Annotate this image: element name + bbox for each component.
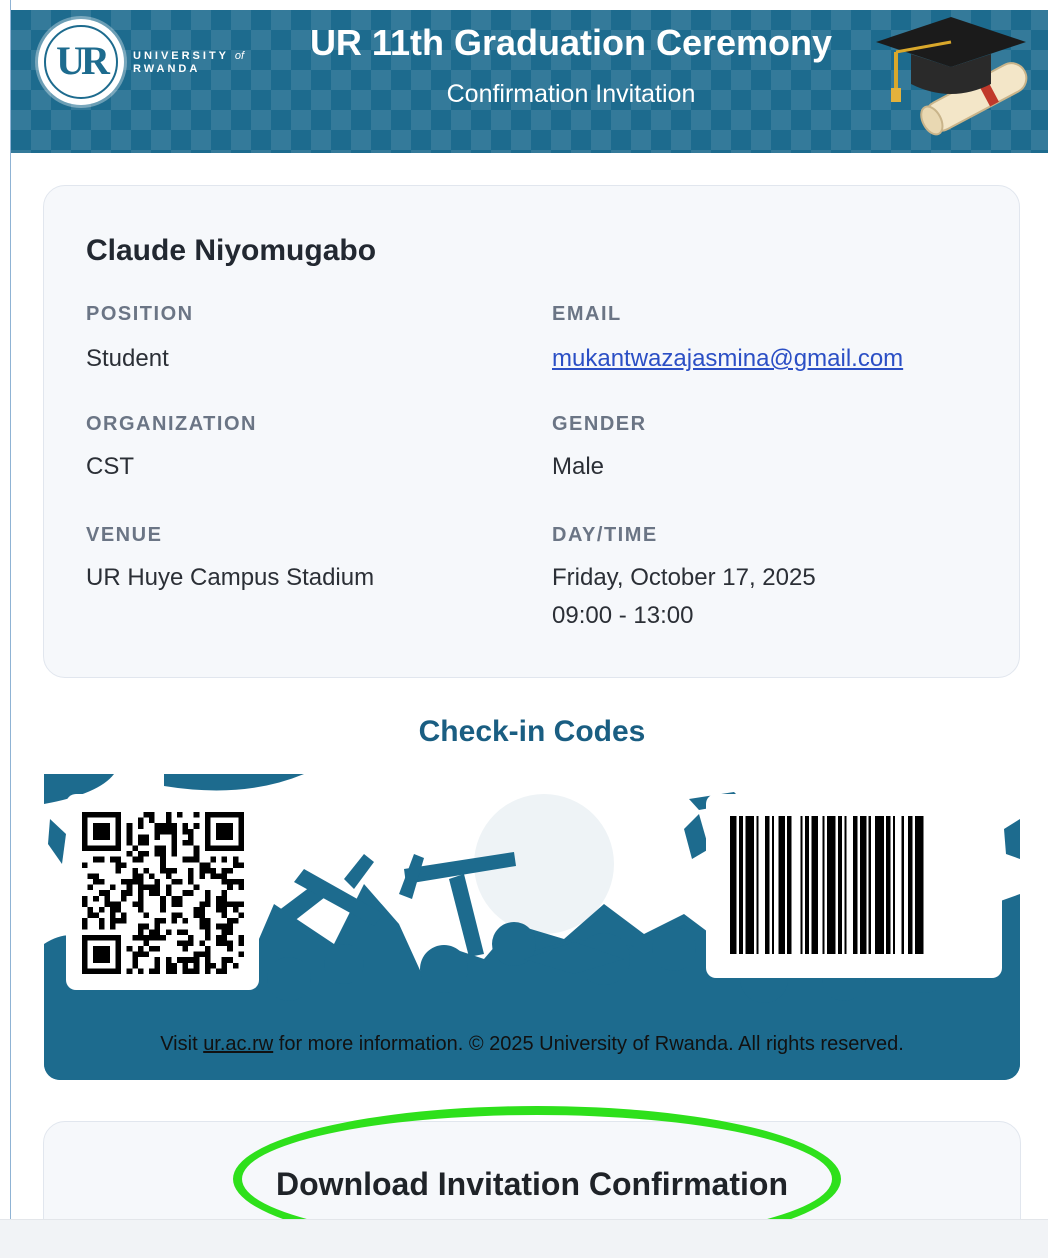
event-date: Friday, October 17, 2025 xyxy=(552,564,816,591)
barcode-card xyxy=(706,794,1002,978)
page-subtitle: Confirmation Invitation xyxy=(446,80,696,108)
event-time: 09:00 - 13:00 xyxy=(552,602,694,629)
page-left-border xyxy=(10,0,11,1220)
bottom-bar xyxy=(0,1219,1048,1258)
venue-label: VENUE xyxy=(86,524,163,546)
organization-value: CST xyxy=(86,453,134,480)
footer-prefix: Visit xyxy=(160,1033,204,1055)
venue-value: UR Huye Campus Stadium xyxy=(86,564,375,591)
qr-code-card xyxy=(66,794,259,990)
graduation-cap-and-diploma-icon xyxy=(876,17,1028,136)
footer-note: Visit ur.ac.rw for more information. © 2… xyxy=(44,1033,1020,1056)
attendee-info-card: Claude Niyomugabo POSITION Student EMAIL… xyxy=(43,185,1020,678)
checkin-codes-panel: Visit ur.ac.rw for more information. © 2… xyxy=(44,774,1020,1080)
gender-label: GENDER xyxy=(552,413,647,435)
email-link[interactable]: mukantwazajasmina@gmail.com xyxy=(552,345,903,372)
gender-value: Male xyxy=(552,453,605,480)
logo-of: of xyxy=(234,50,245,62)
position-label: POSITION xyxy=(86,303,194,325)
organization-label: ORGANIZATION xyxy=(86,413,257,435)
footer-suffix: for more information. © 2025 University … xyxy=(273,1033,904,1055)
barcode-icon xyxy=(726,816,982,954)
logo-mark: UR xyxy=(56,38,110,83)
daytime-label: DAY/TIME xyxy=(552,524,658,546)
logo-line-rwanda: RWANDA xyxy=(133,63,201,75)
position-value: Student xyxy=(86,345,169,372)
email-label: EMAIL xyxy=(552,303,622,325)
invitation-header: UR UNIVERSITY of RWANDA UR 11th Graduati… xyxy=(11,10,1048,153)
ur-website-link[interactable]: ur.ac.rw xyxy=(203,1033,273,1055)
download-invitation-button[interactable]: Download Invitation Confirmation xyxy=(44,1166,1020,1203)
ur-logo: UR xyxy=(38,19,124,105)
checkin-codes-title: Check-in Codes xyxy=(418,715,646,748)
logo-wordmark: UNIVERSITY of RWANDA xyxy=(133,50,244,76)
qr-code-icon xyxy=(82,812,244,974)
logo-line-university: UNIVERSITY xyxy=(133,50,229,62)
attendee-name: Claude Niyomugabo xyxy=(86,234,377,267)
daytime-value: Friday, October 17, 2025 09:00 - 13:00 xyxy=(552,559,816,635)
page-title: UR 11th Graduation Ceremony xyxy=(309,22,833,63)
